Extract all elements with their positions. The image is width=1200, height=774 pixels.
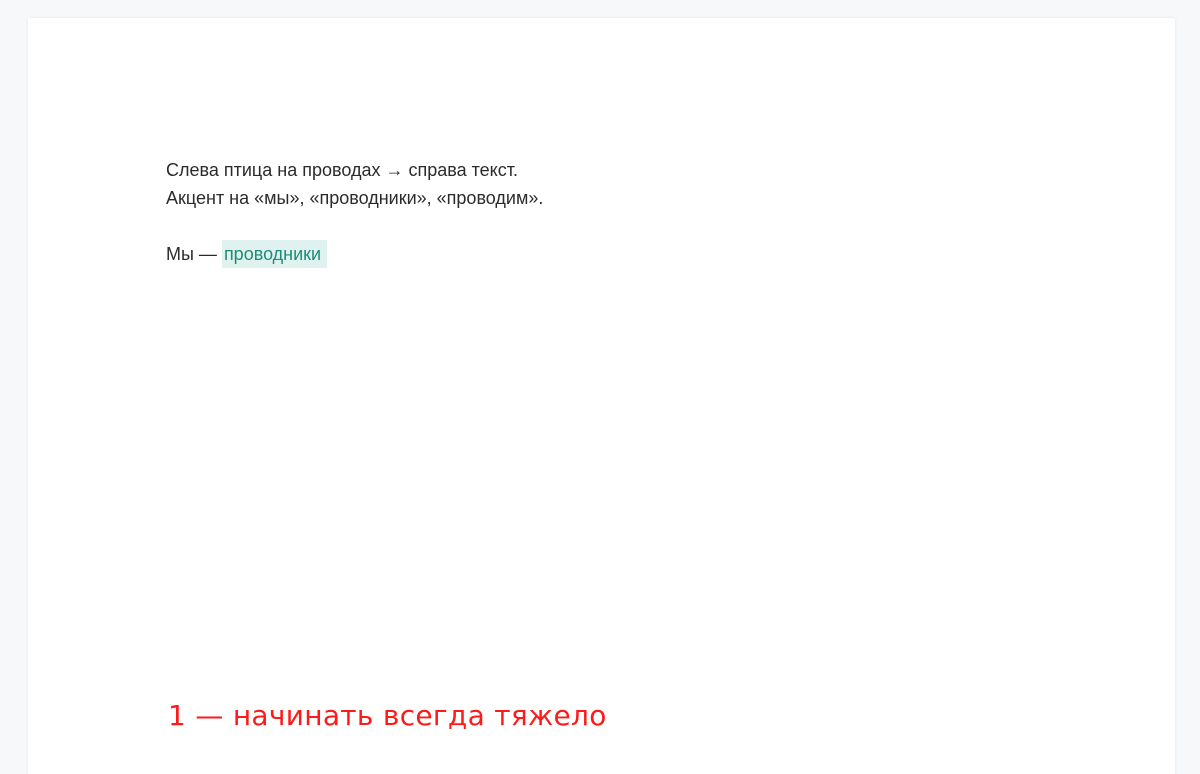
text-line-2: Акцент на «мы», «проводники», «проводим»… (166, 188, 544, 208)
text-line-we: Мы — проводники (166, 240, 1066, 268)
document-page: Слева птица на проводах → справа текст. … (28, 18, 1175, 774)
slide-caption: 1 — начинать всегда тяжело (168, 699, 607, 732)
document-body: Слева птица на проводах → справа текст. … (166, 156, 1066, 268)
highlighted-word: проводники (221, 240, 328, 268)
text-line-1: Слева птица на проводах → справа текст. (166, 160, 518, 180)
we-prefix: Мы — (166, 244, 222, 264)
